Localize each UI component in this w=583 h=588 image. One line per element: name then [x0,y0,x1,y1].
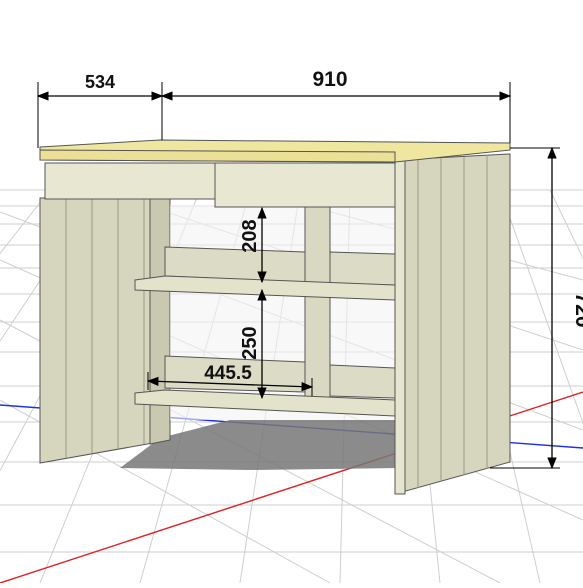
drawer-left [44,162,216,200]
cad-viewport: 534 910 720 208 250 445.5 [0,0,583,584]
center-divider [304,204,331,403]
dimension-shelf-gap-upper-label: 208 [239,219,261,252]
dimension-depth-label: 534 [85,72,115,92]
dimension-height-label: 720 [571,292,583,327]
lower-back-board-right [329,364,396,399]
dimension-shelf-width-label: 445.5 [204,363,252,384]
dimension-shelf-gap-lower-label: 250 [239,326,261,359]
dimension-width [160,82,512,143]
dimension-width-label: 910 [312,68,347,91]
left-side-panel [39,197,171,464]
upper-back-board-right [329,251,396,286]
furniture-drawing: 534 910 720 208 250 445.5 [0,68,583,584]
drawer-right [214,162,396,208]
right-side-panel [394,153,511,495]
